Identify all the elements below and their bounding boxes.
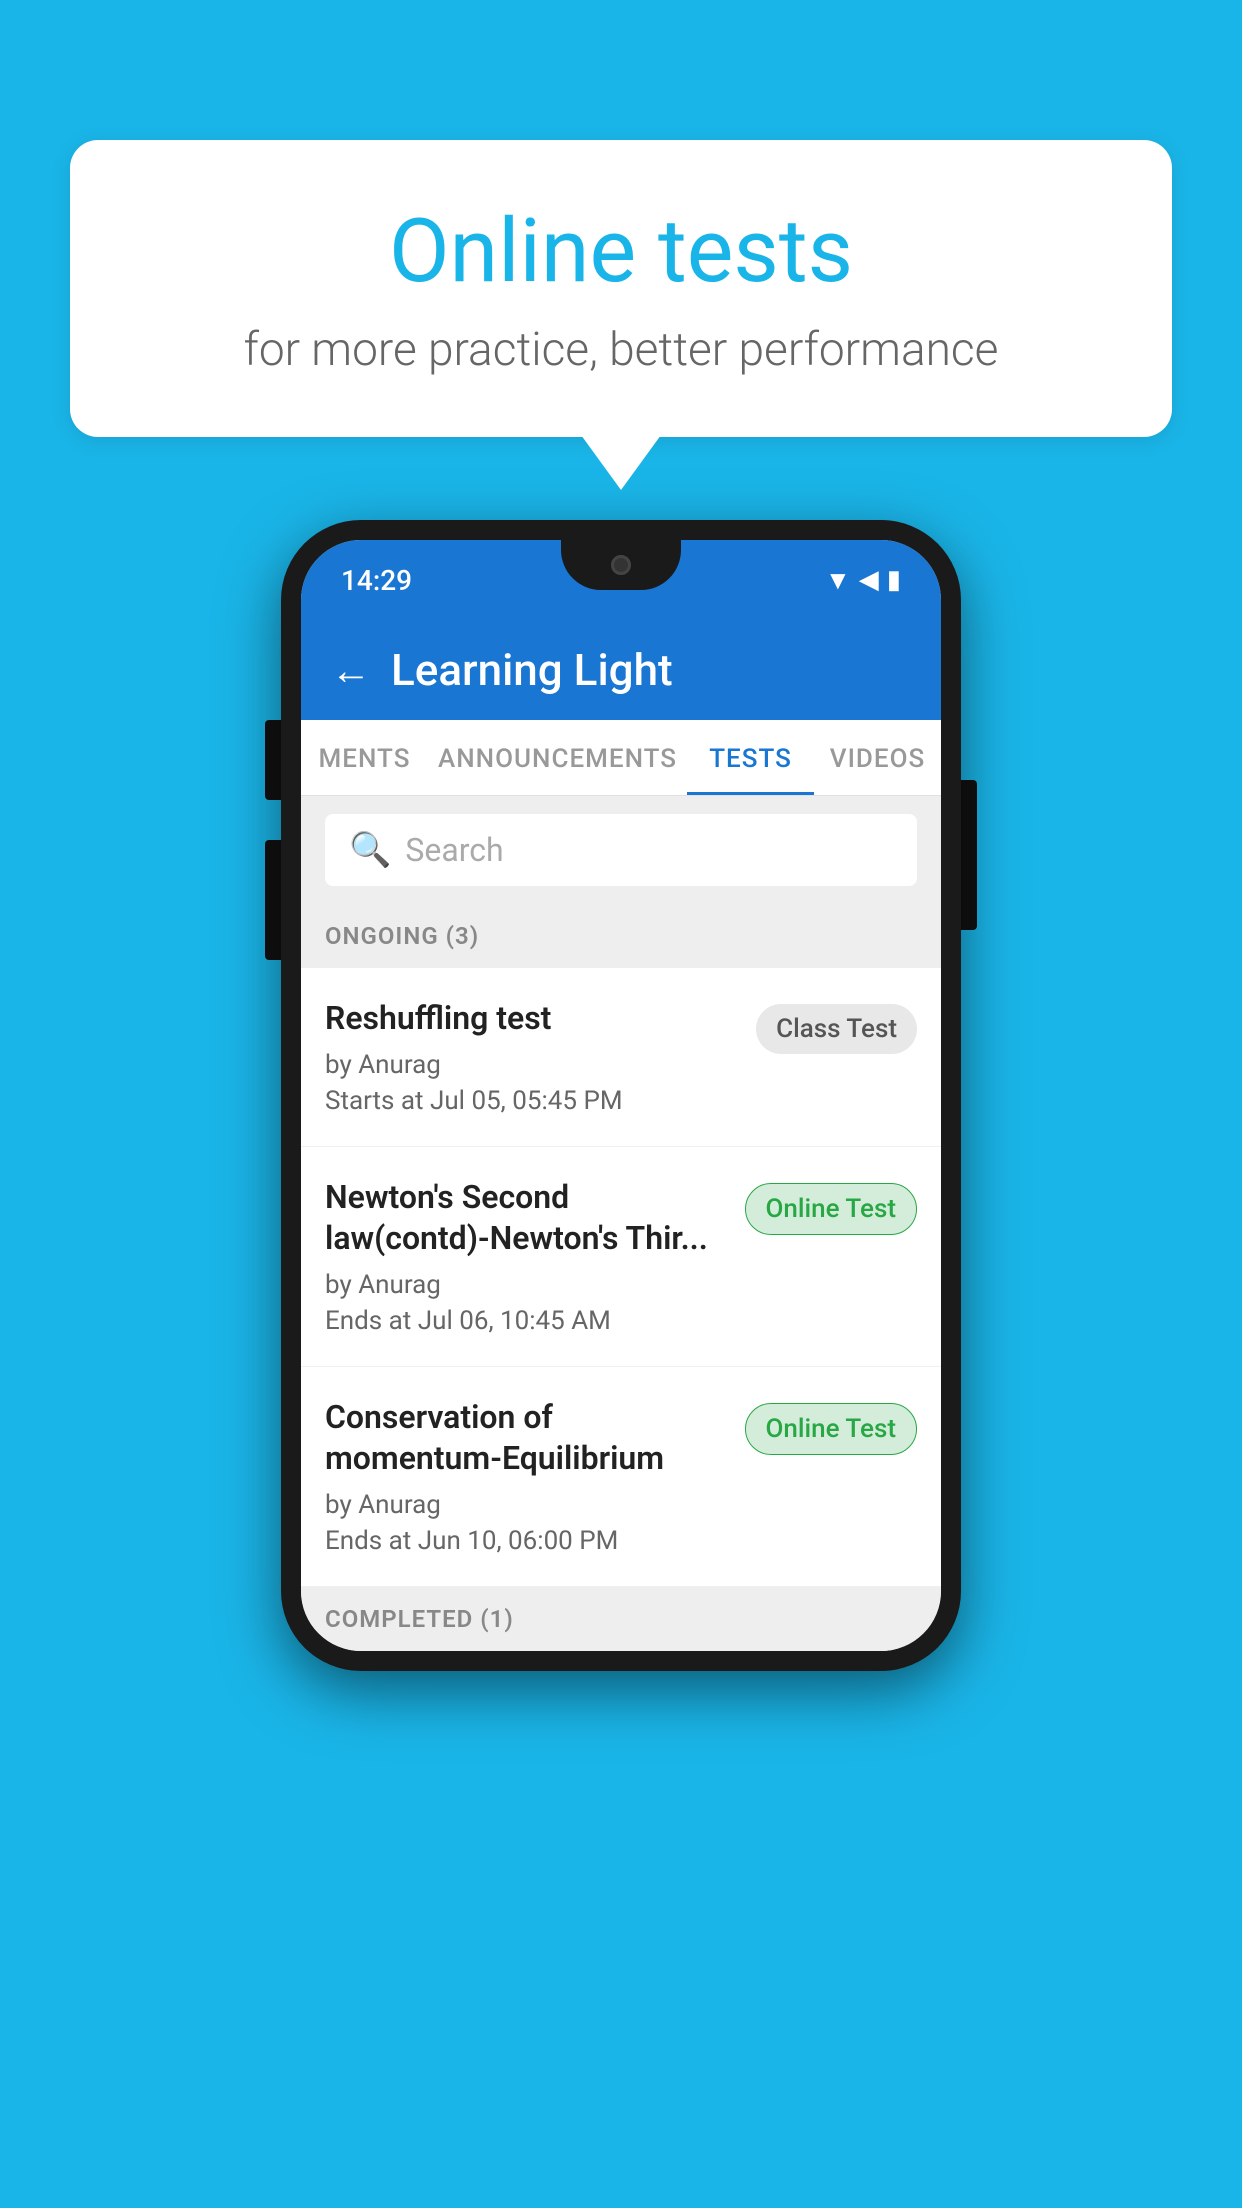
ongoing-section-header: ONGOING (3) [301, 904, 941, 968]
back-arrow-icon[interactable]: ← [331, 647, 371, 694]
phone-outer: 14:29 ▼ ◀ ▮ ← Learning Light MENTS ANNOU… [281, 520, 961, 1671]
app-header: ← Learning Light [301, 620, 941, 720]
tab-videos[interactable]: VIDEOS [814, 720, 941, 795]
test-author-1: by Anurag [325, 1050, 736, 1080]
tests-list: Reshuffling test by Anurag Starts at Jul… [301, 968, 941, 1587]
notch [561, 540, 681, 590]
speech-bubble-arrow [581, 435, 661, 490]
status-icons: ▼ ◀ ▮ [825, 565, 901, 596]
test-author-2: by Anurag [325, 1270, 725, 1300]
speech-bubble-container: Online tests for more practice, better p… [70, 140, 1172, 490]
battery-icon: ▮ [887, 565, 901, 595]
tab-tests[interactable]: TESTS [687, 720, 814, 795]
search-input[interactable]: Search [405, 831, 503, 869]
wifi-icon: ▼ [825, 565, 851, 596]
status-bar: 14:29 ▼ ◀ ▮ [301, 540, 941, 620]
search-icon: 🔍 [349, 830, 391, 870]
test-item-2[interactable]: Newton's Second law(contd)-Newton's Thir… [301, 1147, 941, 1367]
test-info-2: Newton's Second law(contd)-Newton's Thir… [325, 1177, 745, 1336]
test-name-2: Newton's Second law(contd)-Newton's Thir… [325, 1177, 725, 1260]
test-badge-1: Class Test [756, 1004, 917, 1054]
camera [611, 555, 631, 575]
status-time: 14:29 [341, 564, 412, 597]
phone-side-button-right [961, 780, 977, 930]
test-item-1[interactable]: Reshuffling test by Anurag Starts at Jul… [301, 968, 941, 1147]
phone-side-button-2 [265, 840, 281, 960]
test-name-3: Conservation of momentum-Equilibrium [325, 1397, 725, 1480]
tab-ments[interactable]: MENTS [301, 720, 428, 795]
test-name-1: Reshuffling test [325, 998, 736, 1040]
speech-bubble-subtitle: for more practice, better performance [150, 323, 1092, 377]
test-badge-3: Online Test [745, 1403, 918, 1455]
search-container: 🔍 Search [301, 796, 941, 904]
test-item-3[interactable]: Conservation of momentum-Equilibrium by … [301, 1367, 941, 1587]
test-date-2: Ends at Jul 06, 10:45 AM [325, 1306, 725, 1336]
completed-section-header: COMPLETED (1) [301, 1587, 941, 1651]
tab-announcements[interactable]: ANNOUNCEMENTS [428, 720, 687, 795]
phone-screen: 14:29 ▼ ◀ ▮ ← Learning Light MENTS ANNOU… [301, 540, 941, 1651]
search-box[interactable]: 🔍 Search [325, 814, 917, 886]
test-date-1: Starts at Jul 05, 05:45 PM [325, 1086, 736, 1116]
test-info-1: Reshuffling test by Anurag Starts at Jul… [325, 998, 756, 1116]
speech-bubble-title: Online tests [150, 200, 1092, 303]
test-badge-2: Online Test [745, 1183, 918, 1235]
tabs-container: MENTS ANNOUNCEMENTS TESTS VIDEOS [301, 720, 941, 796]
speech-bubble: Online tests for more practice, better p… [70, 140, 1172, 437]
test-date-3: Ends at Jun 10, 06:00 PM [325, 1526, 725, 1556]
phone-side-button-1 [265, 720, 281, 800]
signal-icon: ◀ [859, 565, 879, 595]
app-title: Learning Light [391, 644, 673, 696]
test-info-3: Conservation of momentum-Equilibrium by … [325, 1397, 745, 1556]
phone-container: 14:29 ▼ ◀ ▮ ← Learning Light MENTS ANNOU… [281, 520, 961, 1671]
test-author-3: by Anurag [325, 1490, 725, 1520]
